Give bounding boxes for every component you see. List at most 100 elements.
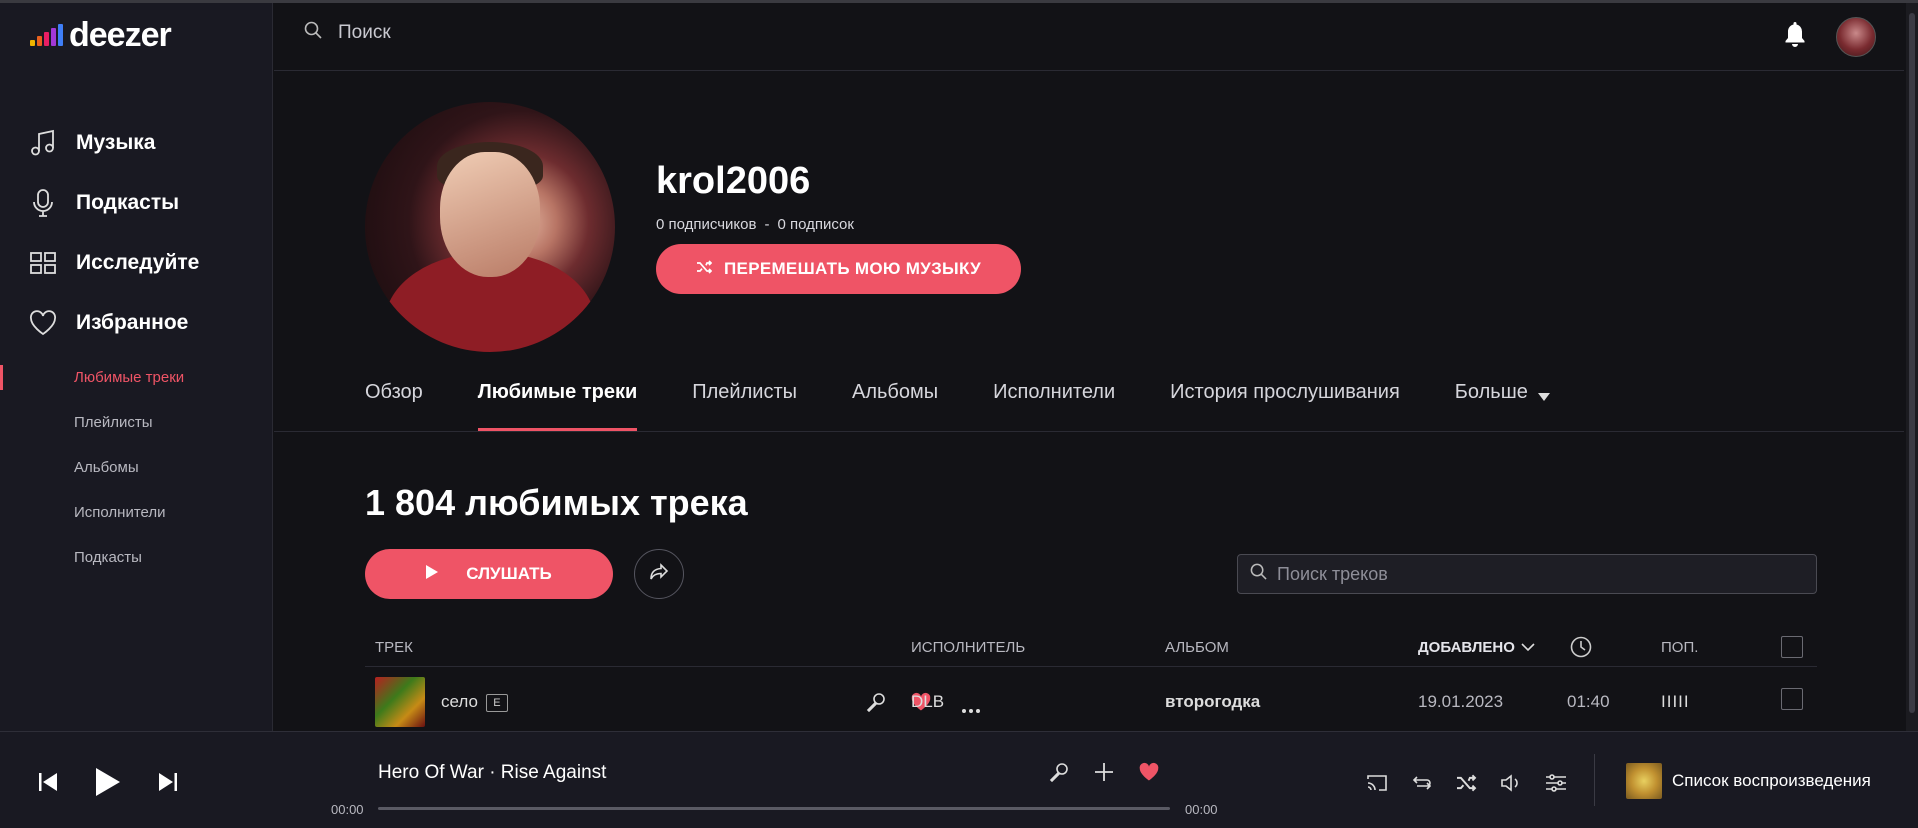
sidebar-item-artists[interactable]: Исполнители [0,490,273,535]
profile-avatar [365,102,615,352]
track-title-cell: село E [441,692,508,712]
followers-count[interactable]: 0 подписчиков [656,216,756,233]
profile-tabs: Обзор Любимые треки Плейлисты Альбомы Ис… [365,375,1550,431]
skip-previous-icon [38,772,58,797]
queue-cover-thumbnail [1626,763,1662,799]
logo-equalizer-icon [30,24,63,46]
play-label: СЛУШАТЬ [466,564,552,583]
track-album[interactable]: второгодка [1165,692,1260,712]
search-icon [1250,563,1267,585]
shuffle-my-music-button[interactable]: ПЕРЕМЕШАТЬ МОЮ МУЗЫКУ [656,244,1021,294]
sidebar-item-podcasts[interactable]: Подкасты [28,173,199,233]
scrollbar-thumb[interactable] [1909,13,1915,713]
queue-button[interactable]: Список воспроизведения [1626,763,1871,799]
table-row[interactable]: село E DLB второгодка 19.01.2023 01:40 II… [365,672,1817,731]
sidebar-item-albums[interactable]: Альбомы [0,445,273,490]
share-button[interactable] [634,549,684,599]
previous-track-button[interactable] [38,772,58,797]
cast-icon[interactable] [1366,774,1388,792]
sidebar-item-podcasts-sub[interactable]: Подкасты [0,535,273,580]
profile-stats: 0 подписчиков - 0 подписок [656,216,854,233]
shuffle-label: ПЕРЕМЕШАТЬ МОЮ МУЗЫКУ [724,259,981,278]
tab-artists[interactable]: Исполнители [993,375,1115,431]
shuffle-icon[interactable] [1455,774,1477,792]
track-select-checkbox[interactable] [1781,688,1803,710]
track-popularity: IIIII [1661,692,1690,711]
play-icon [96,768,120,801]
microphone-icon [28,188,58,218]
tab-more[interactable]: Больше [1455,375,1550,431]
track-search-field[interactable] [1237,554,1817,594]
deezer-logo[interactable]: deezer [30,16,172,54]
volume-icon[interactable] [1500,774,1522,792]
time-total: 00:00 [1185,802,1218,817]
global-search[interactable]: Поиск [304,21,391,44]
grid-icon [28,248,58,278]
column-track: ТРЕК [375,639,413,656]
tracks-table-header: ТРЕК ИСПОЛНИТЕЛЬ АЛЬБОМ ДОБАВЛЕНО ПОП. [365,627,1817,667]
next-track-button[interactable] [158,772,178,797]
lyrics-mic-icon[interactable] [866,692,886,717]
loved-tracks-title: 1 804 любимых трека [365,482,748,523]
sidebar-item-music[interactable]: Музыка [28,113,199,173]
queue-label: Список воспроизведения [1672,771,1871,790]
play-icon [426,564,439,584]
tab-listening-history[interactable]: История прослушивания [1170,375,1400,431]
column-album[interactable]: АЛЬБОМ [1165,639,1229,656]
heart-icon [28,308,58,338]
search-icon [304,21,322,44]
select-all-checkbox[interactable] [1781,636,1803,658]
track-artist[interactable]: DLB [911,692,944,712]
profile-name: krol2006 [656,160,811,202]
following-count[interactable]: 0 подписок [777,216,853,233]
more-options-icon[interactable] [962,698,980,718]
play-button[interactable]: СЛУШАТЬ [365,549,613,599]
sidebar-item-explore[interactable]: Исследуйте [28,233,199,293]
player-bar: Hero Of War · Rise Against 00:00 00:00 С… [0,731,1918,828]
shuffle-icon [696,259,713,279]
sidebar-item-label: Подкасты [76,191,180,214]
topbar: Поиск [274,3,1904,71]
chevron-down-icon [1521,639,1535,656]
sidebar-main-nav: Музыка Подкасты Исследуйте Избранное [28,113,199,353]
sidebar-item-label: Исследуйте [76,251,200,274]
sidebar-favorites-subnav: Любимые треки Плейлисты Альбомы Исполнит… [0,355,273,580]
track-cover[interactable] [375,677,425,727]
sidebar-item-favorites[interactable]: Избранное [28,293,199,353]
track-title[interactable]: село [441,692,478,711]
player-divider [1594,754,1595,806]
sidebar-item-loved-tracks[interactable]: Любимые треки [0,355,273,400]
main-scrollbar[interactable] [1906,3,1918,731]
skip-next-icon [158,772,178,797]
track-search-input[interactable] [1277,563,1797,585]
favorite-heart-icon[interactable] [1138,762,1160,782]
repeat-icon[interactable] [1411,774,1433,792]
music-note-icon [28,128,58,158]
add-to-playlist-icon[interactable] [1094,762,1114,782]
playback-progress-bar[interactable] [378,807,1170,810]
stats-separator: - [764,216,770,233]
tab-playlists[interactable]: Плейлисты [692,375,797,431]
notifications-bell-icon[interactable] [1784,21,1806,52]
play-pause-button[interactable] [96,768,120,801]
column-popularity[interactable]: ПОП. [1661,639,1698,656]
sidebar-item-label: Музыка [76,131,156,154]
sidebar-item-label: Избранное [76,311,189,334]
search-input[interactable]: Поиск [338,22,391,44]
column-artist[interactable]: ИСПОЛНИТЕЛЬ [911,639,1025,656]
tab-loved-tracks[interactable]: Любимые треки [477,375,637,431]
equalizer-settings-icon[interactable] [1545,774,1567,792]
main-content: krol2006 0 подписчиков - 0 подписок ПЕРЕ… [274,72,1904,731]
tab-overview[interactable]: Обзор [365,375,423,431]
duration-clock-icon[interactable] [1570,636,1592,662]
tabs-divider [274,431,1904,432]
share-icon [649,562,669,586]
column-added-label: ДОБАВЛЕНО [1418,639,1515,656]
user-avatar[interactable] [1836,17,1876,57]
lyrics-mic-icon[interactable] [1049,762,1069,782]
now-playing-title[interactable]: Hero Of War · Rise Against [378,762,606,784]
sidebar-item-playlists[interactable]: Плейлисты [0,400,273,445]
tab-albums[interactable]: Альбомы [852,375,938,431]
caret-down-icon [1537,385,1550,408]
column-added[interactable]: ДОБАВЛЕНО [1418,639,1535,656]
